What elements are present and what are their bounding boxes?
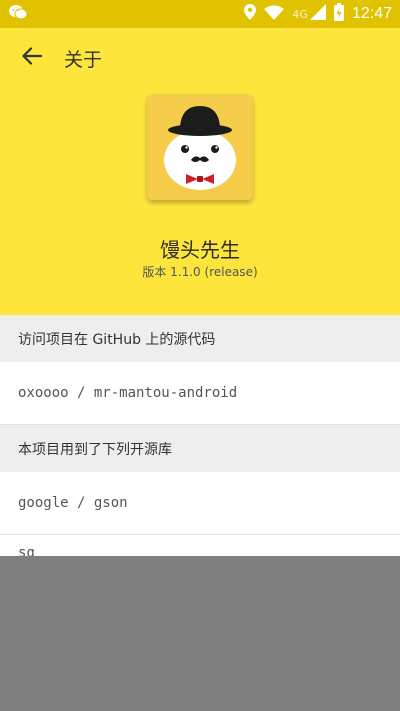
- network-type: 4G: [292, 7, 308, 21]
- wifi-icon: [264, 5, 285, 24]
- page-title: 关于: [64, 48, 103, 71]
- section-header-source: 访问项目在 GitHub 上的源代码: [0, 315, 400, 362]
- about-header: 关于 馒头先生 版本 1.1.0 (release): [0, 28, 400, 315]
- signal-icon: [309, 4, 326, 24]
- library-row-partial[interactable]: sq: [0, 535, 400, 556]
- arrow-back-icon: [22, 47, 43, 69]
- status-bar: 4G 12:47: [0, 0, 400, 28]
- status-left: [8, 4, 28, 24]
- mantou-mascot-icon: [164, 106, 236, 190]
- about-content: 访问项目在 GitHub 上的源代码 oxoooo / mr-mantou-an…: [0, 315, 400, 556]
- back-button[interactable]: [4, 30, 60, 86]
- dimmed-overlay: [0, 557, 400, 711]
- app-version: 版本 1.1.0 (release): [142, 265, 258, 279]
- app-logo: [147, 94, 253, 200]
- library-label: google / gson: [18, 495, 128, 511]
- battery-icon: [333, 3, 344, 25]
- repo-link-row[interactable]: oxoooo / mr-mantou-android: [0, 362, 400, 425]
- clock: 12:47: [351, 5, 392, 22]
- wechat-icon: [8, 4, 28, 24]
- location-icon: [244, 4, 257, 24]
- toolbar: 关于: [0, 28, 400, 88]
- section-header-libraries: 本项目用到了下列开源库: [0, 425, 400, 472]
- status-right: 4G 12:47: [244, 3, 392, 25]
- repo-link-label: oxoooo / mr-mantou-android: [18, 385, 238, 401]
- library-row-gson[interactable]: google / gson: [0, 472, 400, 535]
- library-label-partial: sq: [18, 546, 35, 556]
- app-name: 馒头先生: [160, 238, 240, 262]
